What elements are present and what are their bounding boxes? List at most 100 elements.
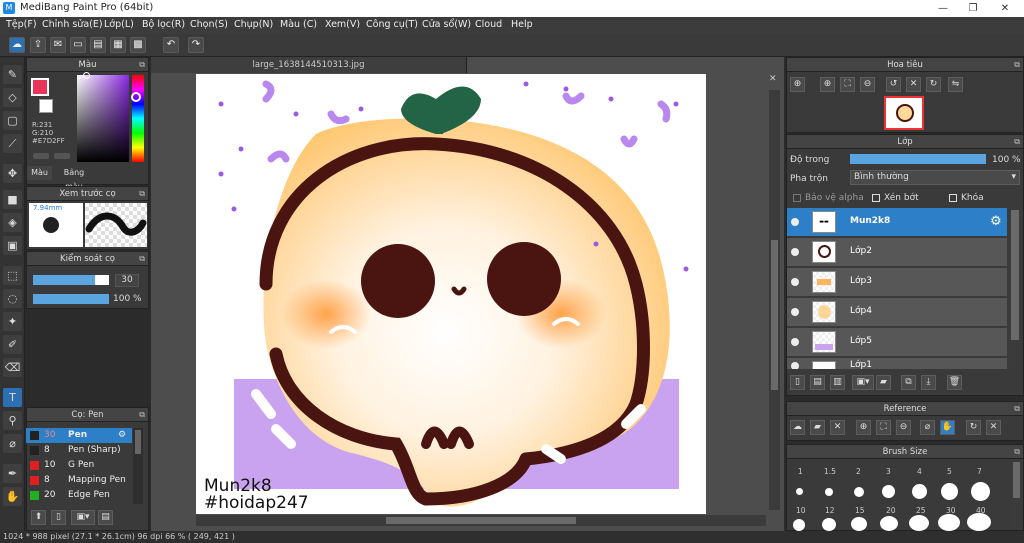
select-eraser-icon[interactable]: ⌫: [3, 358, 22, 377]
brush-size-dot[interactable]: [938, 514, 960, 531]
brush-size-dot[interactable]: [909, 515, 929, 531]
hue-handle[interactable]: [131, 92, 141, 102]
layer-item[interactable]: Lớp3: [787, 268, 1007, 297]
maximize-button[interactable]: ❐: [958, 0, 988, 17]
brush-item-pen-sharp[interactable]: 8 Pen (Sharp): [26, 443, 132, 458]
saturation-value-picker[interactable]: [77, 75, 129, 162]
eraser-tool-icon[interactable]: ◇: [3, 88, 22, 107]
new-8bit-layer-icon[interactable]: ▥: [830, 375, 845, 390]
blend-mode-select[interactable]: Bình thường ▾: [850, 170, 1020, 185]
eye-icon[interactable]: [791, 278, 799, 286]
layer-menu-icon[interactable]: ▣▾: [852, 375, 874, 390]
tab-color[interactable]: Màu: [27, 166, 52, 180]
brush-settings-icon[interactable]: ▤: [98, 510, 113, 525]
duplicate-layer-icon[interactable]: ⧉: [901, 375, 916, 390]
new-halftone-layer-icon[interactable]: ▤: [810, 375, 825, 390]
eye-icon[interactable]: [791, 218, 799, 226]
flip-icon[interactable]: ⇋: [948, 77, 963, 92]
menu-capture[interactable]: Chụp(N): [234, 19, 273, 30]
brush-size-dot[interactable]: [854, 487, 864, 497]
menu-color[interactable]: Màu (C): [280, 19, 317, 30]
rotate-left-icon[interactable]: ↺: [886, 77, 901, 92]
dropper-tool-icon[interactable]: ⌀: [3, 434, 22, 453]
brush-size-dot[interactable]: [971, 482, 990, 501]
document-icon[interactable]: ▤: [90, 37, 106, 53]
foreground-color-swatch[interactable]: [31, 78, 49, 96]
menu-help[interactable]: Help: [511, 19, 533, 30]
rect-tool-icon[interactable]: ▢: [3, 111, 22, 130]
brush-size-scrollbar[interactable]: [1011, 460, 1022, 530]
text-tool-icon[interactable]: T: [3, 388, 22, 407]
clipping-checkbox[interactable]: [872, 194, 880, 202]
brush-size-dot[interactable]: [851, 517, 867, 531]
layer-item[interactable]: Lớp1: [787, 358, 1007, 370]
page-icon[interactable]: ▭: [70, 37, 86, 53]
gear-icon[interactable]: ⚙: [990, 214, 1002, 229]
panel-expand-icon[interactable]: ⧉: [1014, 402, 1020, 416]
brush-size-dot[interactable]: [880, 516, 898, 531]
brush-size-slider[interactable]: [33, 275, 109, 285]
hand-icon[interactable]: ✋: [940, 420, 955, 435]
color-picker-handle[interactable]: [83, 72, 90, 79]
brush-opacity-slider[interactable]: [33, 294, 109, 304]
menu-filter[interactable]: Bộ lọc(R): [142, 19, 185, 30]
menu-file[interactable]: Tệp(F): [6, 19, 37, 30]
move-tool-icon[interactable]: ✥: [3, 164, 22, 183]
navigator-thumbnail[interactable]: [884, 96, 924, 130]
redo-button[interactable]: ↷: [188, 37, 204, 53]
brush-item-g-pen[interactable]: 10 G Pen: [26, 458, 132, 473]
dropper-icon[interactable]: ⌀: [920, 420, 935, 435]
layer-item[interactable]: Lớp5: [787, 328, 1007, 357]
undo-button[interactable]: ↶: [163, 37, 179, 53]
brush-item-mapping-pen[interactable]: 8 Mapping Pen: [26, 473, 132, 488]
close-document-icon[interactable]: ✕: [769, 74, 777, 84]
eye-icon[interactable]: [791, 308, 799, 316]
panel-expand-icon[interactable]: ⧉: [139, 408, 145, 422]
layer-opacity-slider[interactable]: [850, 154, 986, 164]
pen-picker-icon[interactable]: ✒: [3, 464, 22, 483]
eye-icon[interactable]: [791, 248, 799, 256]
close-icon[interactable]: ✕: [830, 420, 845, 435]
drawing-canvas[interactable]: Mun2k8 #hoidap247: [196, 74, 706, 514]
grid-icon[interactable]: ▩: [130, 37, 146, 53]
brush-size-dot[interactable]: [882, 485, 895, 498]
panel-expand-icon[interactable]: ⧉: [1014, 58, 1020, 72]
gradient-tool-icon[interactable]: ▣: [3, 236, 22, 255]
panel-expand-icon[interactable]: ⧉: [139, 187, 145, 201]
zoom-out-icon[interactable]: ⊖: [896, 420, 911, 435]
select-tool-icon[interactable]: ⬚: [3, 266, 22, 285]
rotate-icon[interactable]: ↻: [966, 420, 981, 435]
reset-view-icon[interactable]: ✕: [906, 77, 921, 92]
line-tool-icon[interactable]: ⟋: [3, 134, 22, 153]
rotate-right-icon[interactable]: ↻: [926, 77, 941, 92]
menu-edit[interactable]: Chỉnh sửa(E): [42, 19, 103, 30]
brush-size-dot[interactable]: [793, 519, 805, 531]
background-color-swatch[interactable]: [39, 99, 53, 113]
brush-size-value[interactable]: 30: [115, 274, 139, 287]
lasso-tool-icon[interactable]: ◌: [3, 289, 22, 308]
menu-view[interactable]: Xem(V): [325, 19, 360, 30]
panel-icon[interactable]: ▦: [110, 37, 126, 53]
swap-color-icon[interactable]: [33, 153, 49, 159]
folder-icon[interactable]: ▰: [876, 375, 891, 390]
bucket-tool-icon[interactable]: ◈: [3, 213, 22, 232]
document-tab[interactable]: large_1638144510313.jpg: [151, 57, 467, 73]
brush-item-pen[interactable]: 30 Pen ⚙: [26, 428, 132, 443]
eye-icon[interactable]: [791, 362, 799, 369]
menu-select[interactable]: Chọn(S): [190, 19, 228, 30]
brush-size-dot[interactable]: [796, 488, 803, 495]
gear-icon[interactable]: ⚙: [118, 428, 126, 443]
panel-expand-icon[interactable]: ⧉: [139, 252, 145, 266]
close-button[interactable]: ✕: [990, 0, 1020, 17]
brush-size-dot[interactable]: [967, 513, 991, 531]
canvas-vertical-scrollbar[interactable]: [769, 90, 780, 510]
merge-layer-icon[interactable]: ⤓: [921, 375, 936, 390]
hue-slider[interactable]: [132, 75, 144, 162]
panel-expand-icon[interactable]: ⧉: [1014, 445, 1020, 459]
new-layer-icon[interactable]: ▯: [790, 375, 805, 390]
menu-window[interactable]: Cửa sổ(W): [422, 19, 471, 30]
tab-palette[interactable]: Bảng màu: [54, 166, 94, 191]
menu-layer[interactable]: Lớp(L): [104, 19, 134, 30]
reset-view-icon[interactable]: ✕: [986, 420, 1001, 435]
brush-menu-icon[interactable]: ▣▾: [71, 510, 95, 525]
